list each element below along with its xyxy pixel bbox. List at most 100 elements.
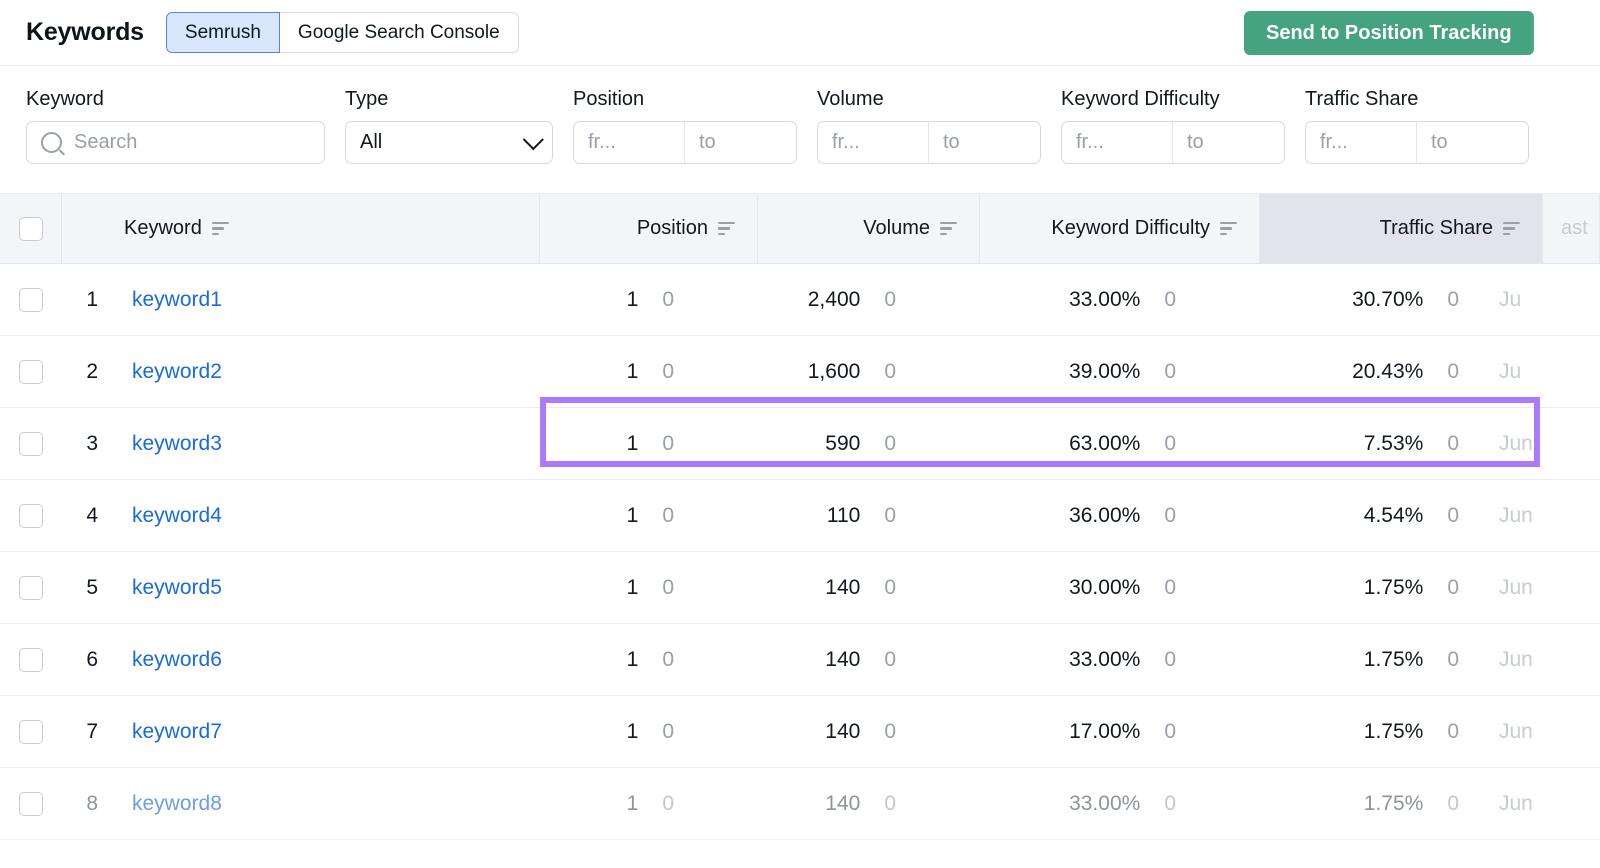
table-row[interactable]: 7keyword710140017.00%01.75%0Jun <box>0 696 1600 768</box>
sort-icon[interactable] <box>212 222 229 236</box>
volume-range: fr... to <box>817 121 1041 164</box>
cell-traffic-share-delta: 0 <box>1447 504 1459 528</box>
column-header-volume[interactable]: Volume <box>758 194 980 263</box>
traffic-share-from-input[interactable]: fr... <box>1306 122 1417 163</box>
row-checkbox[interactable] <box>19 504 43 528</box>
table-row[interactable]: 4keyword410110036.00%04.54%0Jun <box>0 480 1600 552</box>
cell-last-clipped: Jun <box>1481 720 1600 744</box>
cell-volume: 2,4000 <box>696 288 918 312</box>
table-row[interactable]: 6keyword610140033.00%01.75%0Jun <box>0 624 1600 696</box>
cell-traffic-share: 1.75%0 <box>1198 648 1481 672</box>
column-header-keyword-difficulty[interactable]: Keyword Difficulty <box>980 194 1260 263</box>
cell-traffic-share-value: 7.53% <box>1364 432 1424 456</box>
cell-volume-delta: 0 <box>884 792 896 816</box>
cell-keyword-difficulty-delta: 0 <box>1164 360 1176 384</box>
row-checkbox[interactable] <box>19 648 43 672</box>
row-checkbox[interactable] <box>19 288 43 312</box>
row-checkbox[interactable] <box>19 360 43 384</box>
keyword-link[interactable]: keyword2 <box>110 360 478 384</box>
position-range: fr... to <box>573 121 797 164</box>
row-index-value: 1 <box>86 288 98 312</box>
row-checkbox-cell <box>0 576 62 600</box>
traffic-share-to-input[interactable]: to <box>1417 122 1528 163</box>
column-header-traffic-share[interactable]: Traffic Share <box>1260 194 1543 263</box>
row-checkbox[interactable] <box>19 792 43 816</box>
cell-keyword-difficulty: 17.00%0 <box>918 720 1198 744</box>
cell-position: 10 <box>478 288 696 312</box>
send-to-position-tracking-button[interactable]: Send to Position Tracking <box>1244 11 1534 55</box>
cell-traffic-share-delta: 0 <box>1447 792 1459 816</box>
cell-traffic-share-delta: 0 <box>1447 360 1459 384</box>
cell-traffic-share: 20.43% 0 <box>1198 360 1481 384</box>
keyword-link-value: keyword5 <box>132 576 222 600</box>
keyword-link[interactable]: keyword7 <box>110 720 478 744</box>
cell-keyword-difficulty: 33.00%0 <box>918 648 1198 672</box>
sort-icon[interactable] <box>1220 222 1237 236</box>
position-from-input[interactable]: fr... <box>574 122 685 163</box>
position-to-input[interactable]: to <box>685 122 796 163</box>
table-row[interactable]: 3keyword310590063.00%07.53%0Jun <box>0 408 1600 480</box>
volume-from-input[interactable]: fr... <box>818 122 929 163</box>
keyword-difficulty-from-input[interactable]: fr... <box>1062 122 1173 163</box>
cell-volume-delta: 0 <box>884 432 896 456</box>
table-row[interactable]: 8keyword810140033.00%01.75%0Jun <box>0 768 1600 840</box>
traffic-share-range: fr... to <box>1305 121 1529 164</box>
cell-position-value: 1 <box>627 288 639 312</box>
keyword-link[interactable]: keyword8 <box>110 792 478 816</box>
row-checkbox[interactable] <box>19 576 43 600</box>
keyword-difficulty-to-input[interactable]: to <box>1173 122 1284 163</box>
page-title: Keywords <box>26 18 144 47</box>
column-header-position[interactable]: Position <box>540 194 758 263</box>
cell-keyword-difficulty: 63.00%0 <box>918 432 1198 456</box>
keyword-difficulty-range: fr... to <box>1061 121 1285 164</box>
row-index: 2 <box>62 360 110 384</box>
cell-traffic-share-delta: 0 <box>1447 576 1459 600</box>
table-row[interactable]: 2keyword2101,600039.00%020.43%0Ju <box>0 336 1600 408</box>
volume-to-input[interactable]: to <box>929 122 1040 163</box>
cell-volume-value: 140 <box>825 792 860 816</box>
keyword-link[interactable]: keyword3 <box>110 432 478 456</box>
sort-icon[interactable] <box>718 222 735 236</box>
keywords-table: Keyword Position Volume Keyword Difficul… <box>0 194 1600 840</box>
cell-keyword-difficulty-value: 30.00% <box>1069 576 1140 600</box>
keyword-link[interactable]: keyword6 <box>110 648 478 672</box>
chevron-down-icon <box>523 129 544 150</box>
keyword-link[interactable]: keyword4 <box>110 504 478 528</box>
row-index-value: 2 <box>86 360 98 384</box>
row-checkbox[interactable] <box>19 432 43 456</box>
sort-icon[interactable] <box>1503 222 1520 236</box>
column-header-last-clipped[interactable]: ast <box>1543 194 1600 263</box>
filter-traffic-share: Traffic Share fr... to <box>1305 88 1529 164</box>
filter-volume-label: Volume <box>817 88 1041 111</box>
cell-keyword-difficulty-value: 39.00% <box>1069 360 1140 384</box>
cell-position: 10 <box>478 792 696 816</box>
type-select[interactable]: All <box>345 121 553 164</box>
table-row[interactable]: 1keyword1102,400033.00%030.70%0Ju <box>0 264 1600 336</box>
cell-traffic-share: 1.75%0 <box>1198 720 1481 744</box>
cell-position: 10 <box>478 432 696 456</box>
right-edge-fade <box>1530 11 1600 55</box>
keyword-link[interactable]: keyword5 <box>110 576 478 600</box>
row-checkbox[interactable] <box>19 720 43 744</box>
cell-last-clipped-value: Ju <box>1499 288 1521 312</box>
keyword-link[interactable]: keyword1 <box>110 288 478 312</box>
cell-position-value: 1 <box>627 360 639 384</box>
tab-semrush[interactable]: Semrush <box>166 12 280 53</box>
cell-volume-value: 110 <box>827 504 860 528</box>
cell-volume-value: 1,600 <box>808 360 861 384</box>
select-all-header-cell <box>0 194 62 263</box>
tab-google-search-console[interactable]: Google Search Console <box>280 12 519 53</box>
search-input[interactable]: Search <box>26 121 325 164</box>
cell-traffic-share: 1.75%0 <box>1198 576 1481 600</box>
row-index: 5 <box>62 576 110 600</box>
row-checkbox-cell <box>0 648 62 672</box>
select-all-checkbox[interactable] <box>19 217 43 241</box>
column-header-keyword[interactable]: Keyword <box>62 194 540 263</box>
cell-position: 10 <box>478 648 696 672</box>
table-row[interactable]: 5keyword510140030.00%01.75%0Jun <box>0 552 1600 624</box>
cell-traffic-share-value: 1.75% <box>1364 648 1424 672</box>
cell-traffic-share-value: 20.43% <box>1352 360 1423 384</box>
sort-icon[interactable] <box>940 222 957 236</box>
cell-keyword-difficulty-delta: 0 <box>1164 288 1176 312</box>
cell-last-clipped: Jun <box>1481 432 1600 456</box>
